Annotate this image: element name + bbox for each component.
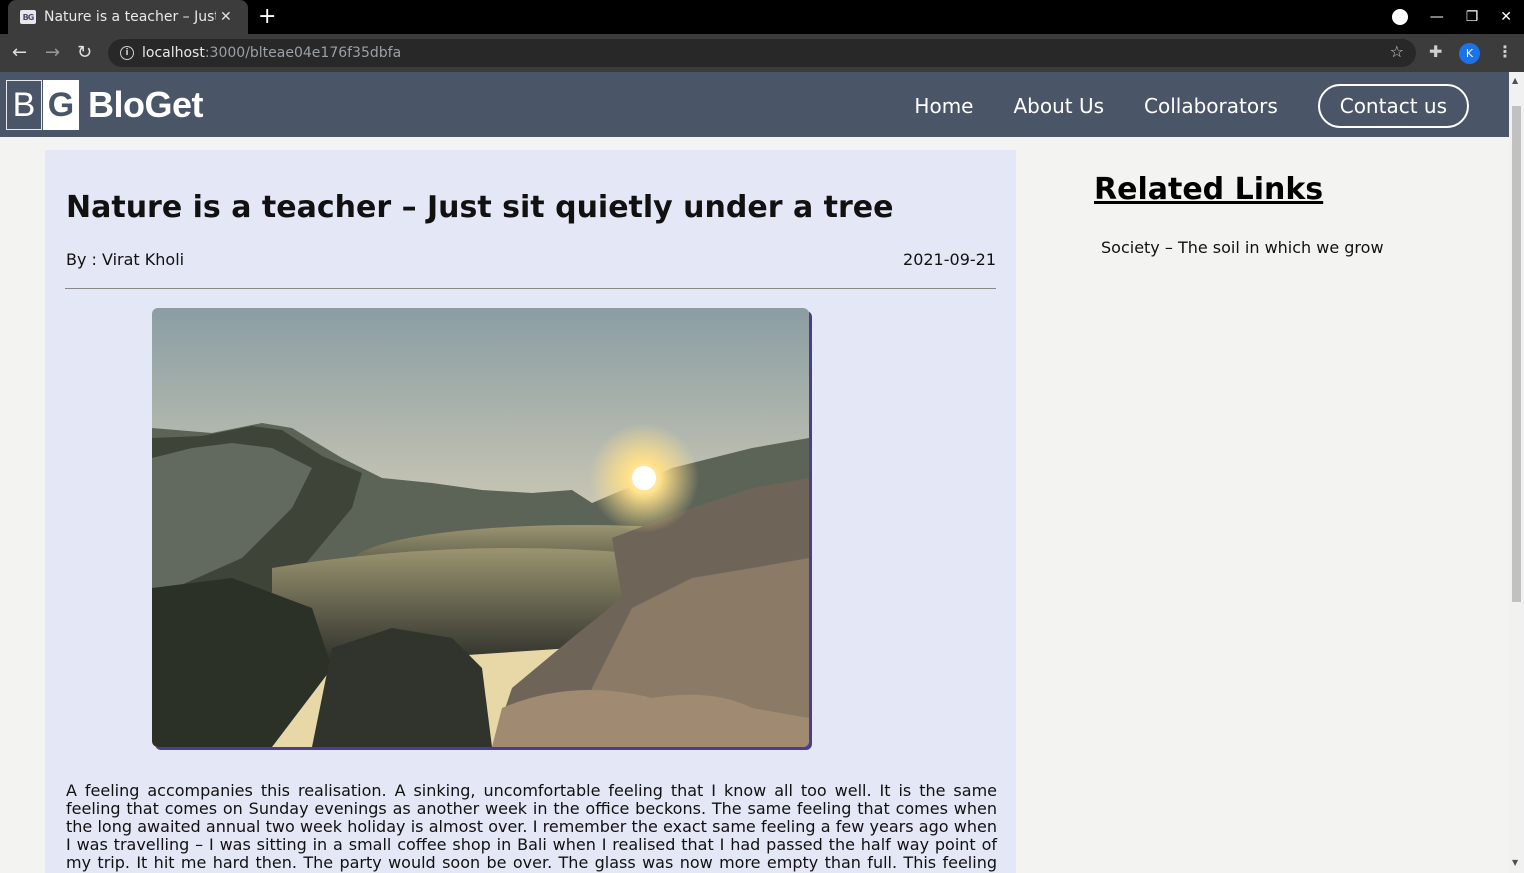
- browser-tab[interactable]: BG Nature is a teacher – Just ✕: [8, 0, 248, 34]
- browser-menu-icon[interactable]: ⋮: [1497, 42, 1513, 61]
- new-tab-icon[interactable]: +: [258, 4, 276, 30]
- article-hero-image: [152, 308, 809, 747]
- browser-tabstrip: BG Nature is a teacher – Just ✕ + ▼ — ❐ …: [0, 0, 1524, 34]
- page-scrollbar[interactable]: ▲ ▼: [1509, 72, 1524, 873]
- logo-b-letter: B: [6, 80, 42, 130]
- window-close-icon[interactable]: ✕: [1500, 9, 1512, 25]
- tab-title: Nature is a teacher – Just: [44, 9, 216, 25]
- minimize-icon[interactable]: —: [1430, 9, 1444, 25]
- extensions-icon[interactable]: ✚: [1429, 42, 1442, 61]
- article-body: A feeling accompanies this realisation. …: [66, 781, 997, 873]
- scroll-thumb[interactable]: [1512, 106, 1521, 602]
- main-nav: Home About Us Collaborators Contact us: [874, 84, 1469, 128]
- reload-icon[interactable]: ↻: [77, 40, 92, 66]
- favicon-icon: BG: [20, 10, 36, 24]
- related-link-item[interactable]: Society – The soil in which we grow: [1101, 238, 1384, 257]
- restore-icon[interactable]: ❐: [1466, 9, 1479, 25]
- forward-icon[interactable]: →: [45, 40, 60, 66]
- logo-text: BloGet: [88, 84, 204, 125]
- nav-collaborators[interactable]: Collaborators: [1144, 94, 1278, 118]
- article-title: Nature is a teacher – Just sit quietly u…: [66, 190, 894, 225]
- contact-button[interactable]: Contact us: [1317, 84, 1469, 128]
- divider: [65, 288, 996, 289]
- scroll-up-icon[interactable]: ▲: [1512, 76, 1518, 85]
- site-info-icon[interactable]: i: [120, 46, 134, 60]
- browser-toolbar: ← → ↻ i localhost:3000/blteae04e176f35db…: [0, 34, 1524, 72]
- site-logo[interactable]: B G BloGet: [6, 80, 204, 130]
- bookmark-star-icon[interactable]: ☆: [1390, 42, 1404, 61]
- close-icon[interactable]: ✕: [220, 9, 232, 25]
- back-icon[interactable]: ←: [12, 40, 27, 66]
- url-text: localhost:3000/blteae04e176f35dbfa: [142, 45, 402, 61]
- tab-search-icon[interactable]: ▼: [1391, 9, 1408, 25]
- related-links-title: Related Links: [1094, 172, 1324, 207]
- profile-avatar[interactable]: K: [1459, 43, 1480, 64]
- nav-about[interactable]: About Us: [1013, 94, 1104, 118]
- address-bar[interactable]: i localhost:3000/blteae04e176f35dbfa ☆: [108, 39, 1416, 67]
- logo-g-letter: G: [43, 80, 79, 130]
- site-header: B G BloGet Home About Us Collaborators C…: [0, 72, 1509, 137]
- article-card: Nature is a teacher – Just sit quietly u…: [45, 150, 1016, 873]
- article-byline: By : Virat Kholi: [66, 250, 185, 269]
- page-viewport: B G BloGet Home About Us Collaborators C…: [0, 72, 1509, 873]
- window-controls: ▼ — ❐ ✕: [1391, 0, 1524, 34]
- article-date: 2021-09-21: [903, 250, 996, 269]
- nav-home[interactable]: Home: [914, 94, 973, 118]
- scroll-down-icon[interactable]: ▼: [1512, 858, 1518, 867]
